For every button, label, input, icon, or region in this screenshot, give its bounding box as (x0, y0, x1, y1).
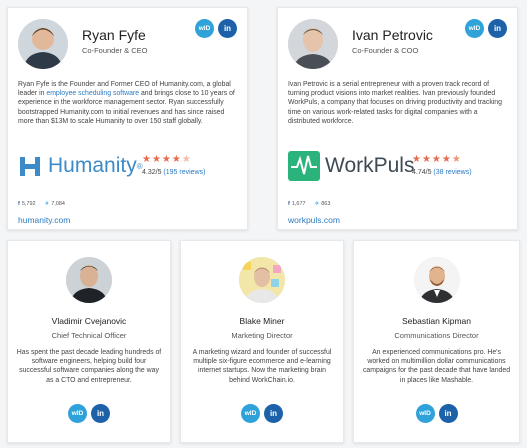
linkedin-button[interactable]: in (218, 19, 237, 38)
linkedin-button[interactable]: in (488, 19, 507, 38)
avatar (413, 257, 460, 303)
social-badges: wID in (195, 19, 237, 38)
rating-value: 4.32/5 (142, 169, 162, 176)
social-counts: f 1,677 ✈ 863 (288, 201, 330, 207)
employee-scheduling-link[interactable]: employee scheduling software (46, 90, 139, 97)
person-name: Ryan Fyfe (82, 27, 146, 43)
team-card-ivan-petrovic: Ivan Petrovic Co-Founder & COO wID in Iv… (277, 7, 518, 230)
facebook-count[interactable]: f 5,792 (18, 201, 36, 207)
facebook-icon: f (18, 201, 20, 207)
twitter-icon: ✈ (44, 201, 50, 207)
wid-profile-button[interactable]: wID (465, 19, 484, 38)
avatar (288, 19, 338, 69)
social-counts: f 5,792 ✈ 7,084 (18, 201, 65, 207)
social-badges: wID in (68, 404, 110, 423)
person-bio: Has spent the past decade leading hundre… (16, 349, 162, 384)
team-card-sebastian-kipman: Sebastian Kipman Communications Director… (353, 240, 520, 443)
person-name: Blake Miner (239, 316, 285, 326)
social-badges: wID in (241, 404, 283, 423)
company-logo-humanity[interactable]: Humanity ® (18, 149, 143, 183)
wid-profile-button[interactable]: wID (415, 404, 435, 423)
website-link[interactable]: humanity.com (18, 215, 70, 225)
person-role: Co-Founder & COO (352, 46, 419, 55)
workpuls-logo-icon (288, 151, 320, 181)
person-name: Sebastian Kipman (402, 316, 471, 326)
person-name: Vladimir Cvejanovic (51, 316, 127, 326)
company-rating: ★★★★★ 4.74/5 (38 reviews) (412, 154, 505, 176)
avatar (66, 257, 112, 303)
person-role: Marketing Director (231, 331, 293, 340)
company-logo-text: Humanity (48, 154, 137, 177)
rating-stars: ★★★★★ (142, 154, 192, 165)
team-card-blake-miner: Blake Miner Marketing Director A marketi… (180, 240, 344, 443)
linkedin-button[interactable]: in (438, 404, 458, 423)
person-bio: An experienced communications pro. He's … (362, 349, 511, 384)
rating-stars: ★★★★★ (412, 154, 462, 165)
person-role: Chief Technical Officer (51, 331, 127, 340)
rating-value: 4.74/5 (412, 169, 432, 176)
company-logo-text: WorkPuls (325, 154, 415, 177)
person-role: Co-Founder & CEO (82, 46, 148, 55)
twitter-count[interactable]: ✈ 7,084 (45, 201, 65, 207)
person-bio: Ivan Petrovic is a serial entrepreneur w… (288, 81, 502, 125)
person-bio: A marketing wizard and founder of succes… (192, 349, 332, 384)
website-link[interactable]: workpuls.com (288, 215, 340, 225)
reviews-link[interactable]: (38 reviews) (433, 169, 471, 176)
humanity-logo-icon (20, 157, 40, 176)
person-role: Communications Director (394, 331, 479, 340)
linkedin-button[interactable]: in (264, 404, 283, 423)
person-bio: Ryan Fyfe is the Founder and Former CEO … (18, 81, 235, 125)
wid-profile-button[interactable]: wID (195, 19, 214, 38)
avatar (18, 19, 68, 69)
team-card-ryan-fyfe: Ryan Fyfe Co-Founder & CEO wID in Ryan F… (7, 7, 248, 230)
person-name: Ivan Petrovic (352, 27, 433, 43)
reviews-link[interactable]: (195 reviews) (163, 169, 205, 176)
facebook-count[interactable]: f 1,677 (288, 201, 306, 207)
social-badges: wID in (415, 404, 458, 423)
twitter-icon: ✈ (314, 201, 320, 207)
team-card-vladimir-cvejanovic: Vladimir Cvejanovic Chief Technical Offi… (7, 240, 171, 443)
company-logo-workpuls[interactable]: WorkPuls (288, 149, 414, 183)
company-rating: ★★★★★ 4.32/5 (195 reviews) (142, 154, 235, 176)
wid-profile-button[interactable]: wID (68, 404, 87, 423)
avatar (239, 257, 285, 303)
twitter-count[interactable]: ✈ 863 (315, 201, 331, 207)
linkedin-button[interactable]: in (91, 404, 110, 423)
facebook-icon: f (288, 201, 290, 207)
social-badges: wID in (465, 19, 507, 38)
wid-profile-button[interactable]: wID (241, 404, 260, 423)
